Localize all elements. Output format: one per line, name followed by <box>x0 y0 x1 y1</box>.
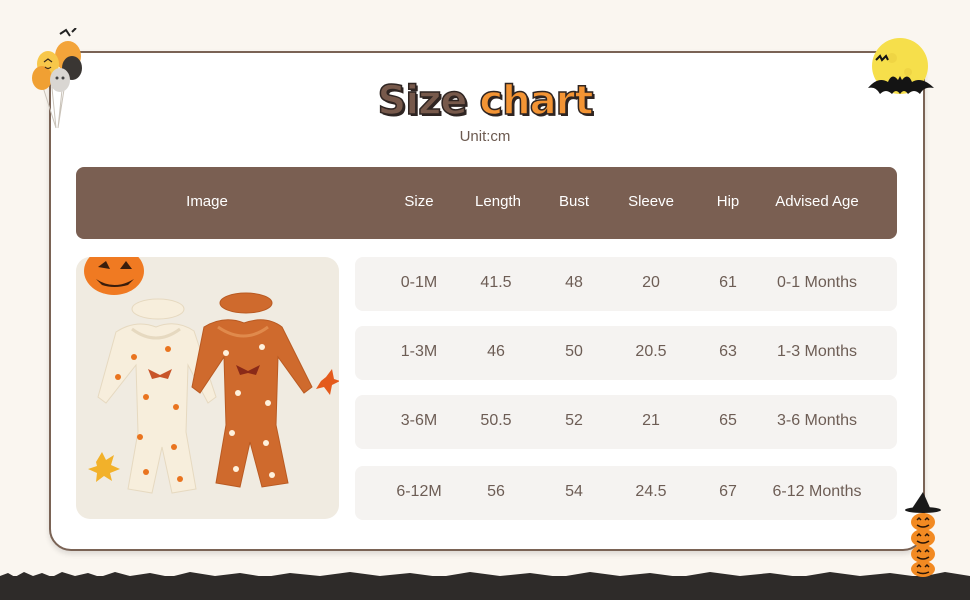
cell-size: 0-1M <box>400 274 438 291</box>
cell-advised-age: 0-1 Months <box>776 274 858 291</box>
cell-bust: 52 <box>565 412 583 429</box>
cell-length: 56 <box>487 483 505 500</box>
cell-hip: 61 <box>719 274 737 291</box>
header-size: Size <box>404 193 434 210</box>
cell-length: 41.5 <box>480 274 512 291</box>
pumpkin-stack-icon <box>905 492 941 577</box>
cell-size: 6-12M <box>396 483 442 500</box>
page-title: Size chart <box>0 77 970 125</box>
header-advised-age: Advised Age <box>775 193 859 210</box>
cell-bust: 54 <box>565 483 583 500</box>
cell-bust: 48 <box>565 274 583 291</box>
cell-advised-age: 6-12 Months <box>772 483 862 500</box>
header-sleeve: Sleeve <box>628 193 674 210</box>
header-length: Length <box>475 193 521 210</box>
table-row: 6-12M 56 54 24.5 67 6-12 Months <box>355 466 897 520</box>
header-bust: Bust <box>558 193 590 210</box>
cell-size: 1-3M <box>400 343 438 360</box>
unit-label: Unit:cm <box>459 128 511 145</box>
header-image: Image <box>186 193 228 210</box>
cell-sleeve: 20 <box>642 274 660 291</box>
header-hip: Hip <box>716 193 740 210</box>
cell-length: 50.5 <box>480 412 512 429</box>
cell-advised-age: 3-6 Months <box>776 412 858 429</box>
title-word-chart: chart <box>479 77 595 125</box>
cell-hip: 67 <box>719 483 737 500</box>
cell-length: 46 <box>487 343 505 360</box>
cell-sleeve: 20.5 <box>635 343 667 360</box>
cell-bust: 50 <box>565 343 583 360</box>
cell-size: 3-6M <box>400 412 438 429</box>
title-word-size: Size <box>377 77 468 125</box>
table-header: Image Size Length Bust Sleeve Hip Advise… <box>76 167 897 239</box>
table-row: 0-1M 41.5 48 20 61 0-1 Months <box>355 257 897 311</box>
cell-hip: 65 <box>719 412 737 429</box>
cream-romper <box>97 298 217 494</box>
table-row: 1-3M 46 50 20.5 63 1-3 Months <box>355 326 897 380</box>
product-photo <box>76 257 339 519</box>
cell-advised-age: 1-3 Months <box>776 343 858 360</box>
balloons-icon <box>32 28 82 129</box>
cell-sleeve: 21 <box>642 412 660 429</box>
cell-sleeve: 24.5 <box>635 483 667 500</box>
moon-bat-icon <box>868 38 934 94</box>
table-row: 3-6M 50.5 52 21 65 3-6 Months <box>355 395 897 449</box>
jack-o-lantern-icon <box>84 257 144 295</box>
grass-silhouette <box>0 572 970 580</box>
cell-hip: 63 <box>719 343 737 360</box>
